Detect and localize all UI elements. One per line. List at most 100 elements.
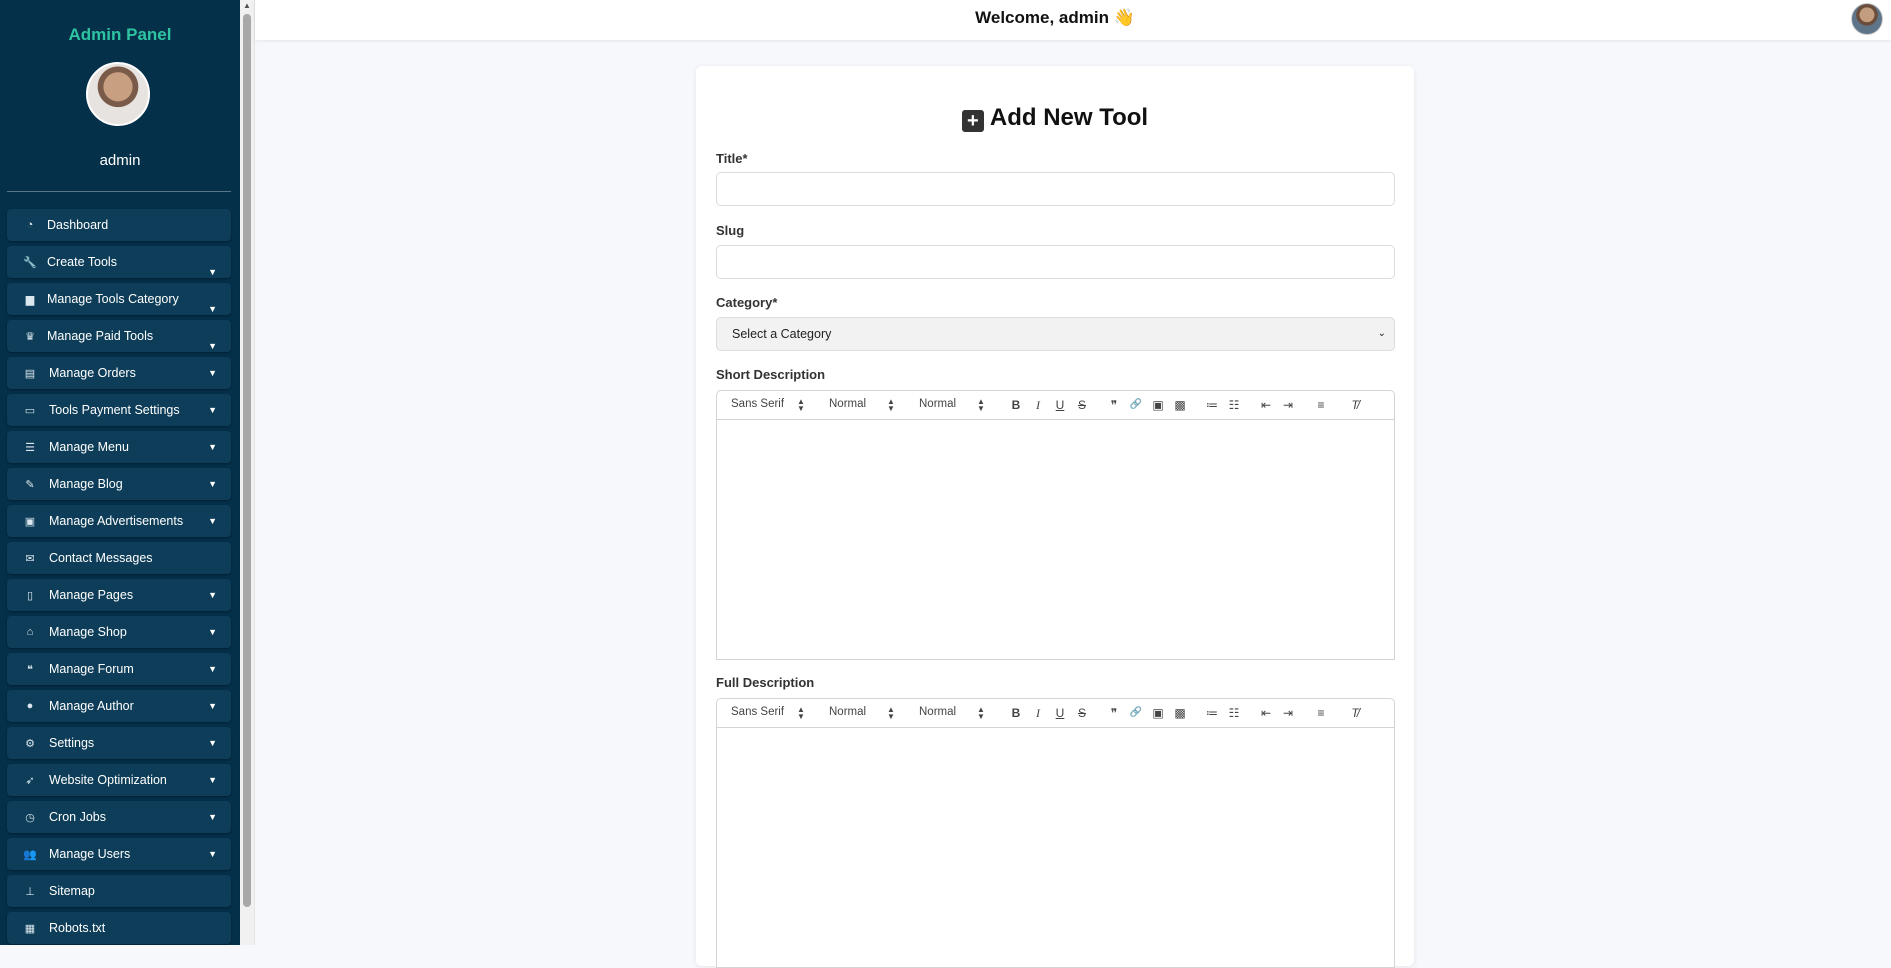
sidebar-item-label: Settings xyxy=(49,736,95,750)
caret-down-icon[interactable]: ▼ xyxy=(208,267,217,277)
caret-down-icon[interactable]: ▼ xyxy=(208,590,217,600)
caret-down-icon[interactable]: ▼ xyxy=(208,304,217,314)
font-picker[interactable]: Sans Serif ▲ ▼ xyxy=(731,706,805,721)
short-description-editor[interactable] xyxy=(716,420,1395,660)
scroll-up-arrow-icon[interactable]: ▲ xyxy=(240,0,254,12)
underline-icon[interactable]: U xyxy=(1052,705,1068,721)
sidebar-item[interactable]: ▆ Manage Tools Category ▼ xyxy=(7,283,231,315)
italic-icon[interactable]: I xyxy=(1030,397,1046,413)
link-icon[interactable]: 🔗 xyxy=(1128,397,1144,413)
sidebar-item[interactable]: ▯ Manage Pages ▼ xyxy=(7,579,231,611)
image-icon[interactable]: ▣ xyxy=(1150,397,1166,413)
bullet-list-icon[interactable]: ☷ xyxy=(1226,705,1242,721)
blog-icon: ✎ xyxy=(25,478,35,491)
envelope-icon: ✉ xyxy=(25,552,35,565)
full-description-editor[interactable] xyxy=(716,728,1395,968)
strike-icon[interactable]: S xyxy=(1074,397,1090,413)
indent-icon[interactable]: ⇥ xyxy=(1280,705,1296,721)
sidebar-item-label: Website Optimization xyxy=(49,773,167,787)
sidebar-item-label: Manage Author xyxy=(49,699,134,713)
align-icon[interactable]: ≡ xyxy=(1313,705,1329,721)
updown-arrows-icon: ▲ ▼ xyxy=(977,705,985,721)
caret-down-icon[interactable]: ▼ xyxy=(208,775,217,785)
outdent-icon[interactable]: ⇤ xyxy=(1258,397,1274,413)
caret-down-icon[interactable]: ▼ xyxy=(208,442,217,452)
bold-icon[interactable]: B xyxy=(1008,397,1024,413)
caret-down-icon[interactable]: ▼ xyxy=(208,341,217,351)
sidebar-item[interactable]: ▭ Tools Payment Settings ▼ xyxy=(7,394,231,426)
page-scrollbar[interactable]: ▲ xyxy=(240,0,255,945)
title-input[interactable] xyxy=(716,172,1395,206)
blockquote-icon[interactable]: ❞ xyxy=(1106,397,1122,413)
caret-down-icon[interactable]: ▼ xyxy=(208,627,217,637)
sidebar-item[interactable]: ◷ Cron Jobs ▼ xyxy=(7,801,231,833)
sidebar-item[interactable]: ✉ Contact Messages xyxy=(7,542,231,574)
user-avatar-button[interactable] xyxy=(1851,3,1883,35)
font-picker[interactable]: Sans Serif ▲ ▼ xyxy=(731,398,805,413)
title-label: Title* xyxy=(716,151,748,166)
clear-format-icon[interactable]: T̸ xyxy=(1347,705,1363,721)
ordered-list-icon[interactable]: ≔ xyxy=(1204,705,1220,721)
updown-arrows-icon: ▲ ▼ xyxy=(797,705,805,721)
caret-down-icon[interactable]: ▼ xyxy=(208,738,217,748)
gauge-icon: ◔ xyxy=(26,219,34,231)
blockquote-icon[interactable]: ❞ xyxy=(1106,705,1122,721)
caret-down-icon[interactable]: ▼ xyxy=(208,405,217,415)
sidebar-item[interactable]: ▣ Manage Advertisements ▼ xyxy=(7,505,231,537)
outdent-icon[interactable]: ⇤ xyxy=(1258,705,1274,721)
strike-icon[interactable]: S xyxy=(1074,705,1090,721)
sidebar-item[interactable]: ✎ Manage Blog ▼ xyxy=(7,468,231,500)
sidebar-item[interactable]: ▦ Robots.txt xyxy=(7,912,231,944)
category-select[interactable]: Select a Category ⌄ xyxy=(716,317,1395,351)
sidebar-item[interactable]: ▤ Manage Orders ▼ xyxy=(7,357,231,389)
sidebar-item[interactable]: ❝ Manage Forum ▼ xyxy=(7,653,231,685)
link-icon[interactable]: 🔗 xyxy=(1128,705,1144,721)
caret-down-icon[interactable]: ▼ xyxy=(208,812,217,822)
sidebar-item[interactable]: 👥 Manage Users ▼ xyxy=(7,838,231,870)
updown-arrows-icon: ▲ ▼ xyxy=(887,397,895,413)
caret-down-icon[interactable]: ▼ xyxy=(208,479,217,489)
size-picker[interactable]: Normal ▲ ▼ xyxy=(829,706,895,721)
underline-icon[interactable]: U xyxy=(1052,397,1068,413)
page-title: + Add New Tool xyxy=(696,104,1414,132)
wrench-icon: 🔧 xyxy=(23,256,37,269)
ordered-list-icon[interactable]: ≔ xyxy=(1204,397,1220,413)
video-icon[interactable]: ▩ xyxy=(1172,397,1188,413)
indent-icon[interactable]: ⇥ xyxy=(1280,397,1296,413)
header-picker[interactable]: Normal ▲ ▼ xyxy=(919,706,985,721)
caret-down-icon[interactable]: ▼ xyxy=(208,368,217,378)
short-description-label: Short Description xyxy=(716,367,826,382)
bold-icon[interactable]: B xyxy=(1008,705,1024,721)
sidebar-item[interactable]: ● Manage Author ▼ xyxy=(7,690,231,722)
sidebar-item[interactable]: ➶ Website Optimization ▼ xyxy=(7,764,231,796)
sidebar-item[interactable]: 🔧 Create Tools ▼ xyxy=(7,246,231,278)
category-label: Category* xyxy=(716,295,778,310)
caret-down-icon[interactable]: ▼ xyxy=(208,664,217,674)
align-icon[interactable]: ≡ xyxy=(1313,397,1329,413)
scroll-thumb[interactable] xyxy=(243,14,251,907)
video-icon[interactable]: ▩ xyxy=(1172,705,1188,721)
sidebar-item[interactable]: ◔ Dashboard xyxy=(7,209,231,241)
image-icon[interactable]: ▣ xyxy=(1150,705,1166,721)
receipt-icon: ▤ xyxy=(24,367,36,380)
crown-icon: ♛ xyxy=(25,330,35,343)
clear-format-icon[interactable]: T̸ xyxy=(1347,397,1363,413)
sidebar-item-label: Cron Jobs xyxy=(49,810,106,824)
sidebar-item[interactable]: ♛ Manage Paid Tools ▼ xyxy=(7,320,231,352)
bullet-list-icon[interactable]: ☷ xyxy=(1226,397,1242,413)
sidebar-item[interactable]: ⌂ Manage Shop ▼ xyxy=(7,616,231,648)
font-picker-label: Sans Serif xyxy=(731,398,785,410)
credit-card-icon: ▭ xyxy=(24,404,36,417)
sidebar-item[interactable]: ⊥ Sitemap xyxy=(7,875,231,907)
caret-down-icon[interactable]: ▼ xyxy=(208,849,217,859)
italic-icon[interactable]: I xyxy=(1030,705,1046,721)
header-picker[interactable]: Normal ▲ ▼ xyxy=(919,398,985,413)
sidebar-item[interactable]: ⚙ Settings ▼ xyxy=(7,727,231,759)
sidebar-item[interactable]: ☰ Manage Menu ▼ xyxy=(7,431,231,463)
size-picker[interactable]: Normal ▲ ▼ xyxy=(829,398,895,413)
caret-down-icon[interactable]: ▼ xyxy=(208,516,217,526)
caret-down-icon[interactable]: ▼ xyxy=(208,701,217,711)
welcome-message: Welcome, admin 👋 xyxy=(975,8,1135,27)
size-picker-label: Normal xyxy=(829,706,867,718)
slug-input[interactable] xyxy=(716,245,1395,279)
